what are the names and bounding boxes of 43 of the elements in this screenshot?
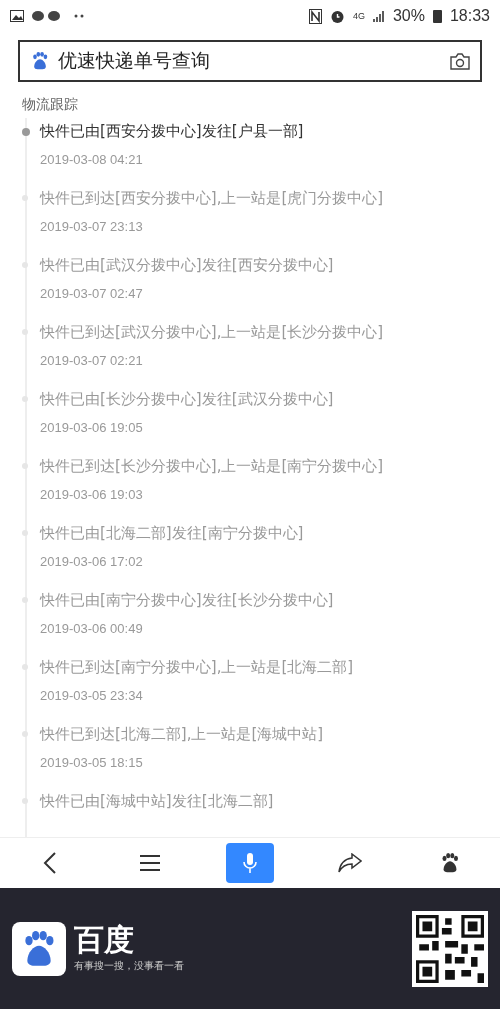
event-time: 2019-03-06 19:05 — [40, 420, 144, 435]
nfc-icon — [308, 8, 322, 24]
event-time: 2019-03-06 19:03 — [40, 487, 144, 502]
search-input[interactable]: 优速快递单号查询 — [58, 50, 442, 72]
battery-percent: 30% — [392, 7, 425, 25]
event-text: 快件已由[南宁分拨中心]发往[长沙分拨中心] — [40, 591, 335, 610]
back-icon — [43, 851, 57, 875]
event-text: 快件已到达[西安分拨中心],上一站是[虎门分拨中心] — [40, 189, 385, 208]
event-time: 2019-03-06 17:02 — [40, 554, 144, 569]
event-text: 快件已由[武汉分拨中心]发往[西安分拨中心] — [40, 256, 335, 275]
paw-icon — [439, 852, 461, 874]
clock: 18:33 — [449, 7, 490, 25]
event-text: 快件已由[长沙分拨中心]发往[武汉分拨中心] — [40, 390, 335, 409]
menu-icon — [140, 854, 160, 872]
event-time: 2019-03-07 02:21 — [40, 353, 144, 368]
event-text: 快件已到达[长沙分拨中心],上一站是[南宁分拨中心] — [40, 457, 385, 476]
voice-button[interactable] — [226, 843, 274, 883]
event-time: 2019-03-05 18:15 — [40, 755, 144, 770]
event-text: 快件已由[北海二部]发往[南宁分拨中心] — [40, 524, 305, 543]
event-time: 2019-03-07 02:47 — [40, 286, 144, 301]
event-text: 快件已到达[北海二部],上一站是[海城中站] — [40, 725, 325, 744]
search-bar[interactable]: 优速快递单号查询 — [18, 40, 482, 82]
signal-icon — [372, 10, 385, 22]
share-icon — [338, 853, 362, 873]
event-text: 快件已由[海城中站]发往[北海二部] — [40, 792, 275, 811]
slogan: 有事搜一搜，没事看一看 — [74, 958, 184, 973]
more-icon — [74, 14, 84, 18]
qr-code-icon — [412, 910, 488, 987]
image-icon — [10, 10, 24, 22]
event-time: 2019-03-08 04:21 — [40, 152, 144, 167]
event-time: 2019-03-07 23:13 — [40, 219, 144, 234]
section-title: 物流跟踪 — [21, 95, 79, 114]
event-text: 快件已到达[武汉分拨中心],上一站是[长沙分拨中心] — [40, 323, 385, 342]
microphone-icon — [242, 852, 258, 874]
battery-icon — [432, 9, 442, 23]
event-time: 2019-03-05 23:34 — [40, 688, 144, 703]
event-time: 2019-03-06 00:49 — [40, 621, 144, 636]
camera-icon[interactable] — [450, 52, 470, 70]
event-text: 快件已由[西安分拨中心]发往[户县一部] — [40, 122, 305, 141]
event-text: 快件已到达[南宁分拨中心],上一站是[北海二部] — [40, 658, 355, 677]
brand-name: 百度 — [74, 924, 135, 955]
network-type: 4G — [352, 11, 365, 21]
paw-logo-icon — [30, 51, 50, 71]
